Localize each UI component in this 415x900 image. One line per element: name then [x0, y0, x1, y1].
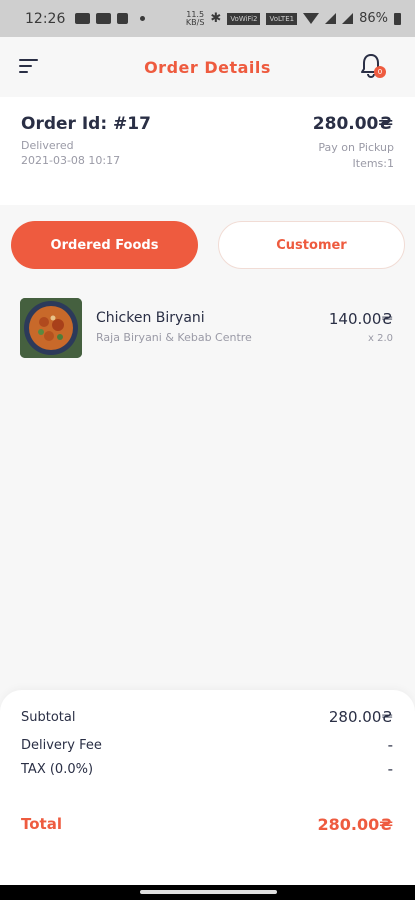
- network-speed: 11.5 KB/S: [185, 10, 205, 27]
- youtube-icon: [96, 13, 112, 24]
- wifi-icon: [303, 13, 320, 24]
- system-icons: 11.5 KB/S ✱ VoWiFi2 VoLTE1 86%: [185, 10, 401, 27]
- delivery-fee-label: Delivery Fee: [21, 738, 102, 753]
- notification-badge: 0: [374, 66, 386, 78]
- order-total: 280.00₴: [312, 114, 393, 134]
- subtotal-label: Subtotal: [21, 710, 76, 725]
- notification-icons: [75, 13, 146, 24]
- order-summary-card: Order Id: #17 Delivered 2021-03-08 10:17…: [0, 97, 415, 205]
- status-bar: 12:26 11.5 KB/S ✱ VoWiFi2 VoLTE1 86%: [0, 0, 415, 37]
- signal-icon: [342, 13, 354, 24]
- totals-card: Subtotal 280.00₴ Delivery Fee - TAX (0.0…: [0, 690, 415, 885]
- notification-bell-icon[interactable]: 0: [360, 53, 386, 79]
- bluetooth-icon: ✱: [210, 11, 222, 26]
- menu-icon[interactable]: [19, 59, 39, 73]
- status-time: 12:26: [25, 10, 66, 27]
- battery-percent: 86%: [359, 11, 388, 26]
- page-title: Order Details: [144, 57, 271, 77]
- tab-customer[interactable]: Customer: [218, 221, 405, 269]
- food-list-item[interactable]: Chicken Biryani Raja Biryani & Kebab Cen…: [0, 290, 415, 370]
- payment-method: Pay on Pickup: [318, 141, 394, 154]
- delivery-fee-value: -: [387, 736, 393, 754]
- food-quantity: x 2.0: [368, 333, 393, 344]
- volte-badge: VoLTE1: [266, 12, 298, 25]
- youtube-icon: [75, 13, 91, 24]
- order-date: 2021-03-08 10:17: [21, 154, 121, 167]
- battery-icon: [394, 12, 401, 25]
- home-gesture-handle[interactable]: [140, 890, 277, 894]
- subtotal-value: 280.00₴: [328, 708, 393, 726]
- items-count: Items:1: [352, 157, 394, 170]
- food-name: Chicken Biryani: [96, 310, 205, 326]
- tax-value: -: [387, 760, 393, 778]
- tax-label: TAX (0.0%): [21, 762, 94, 777]
- instagram-icon: [117, 13, 129, 24]
- food-image: [20, 298, 82, 358]
- tab-ordered-foods[interactable]: Ordered Foods: [11, 221, 198, 269]
- total-value: 280.00₴: [317, 815, 394, 834]
- order-id: Order Id: #17: [21, 114, 151, 134]
- total-label: Total: [21, 815, 62, 833]
- food-price: 140.00₴: [328, 310, 393, 328]
- food-restaurant: Raja Biryani & Kebab Centre: [96, 331, 252, 344]
- signal-icon: [325, 13, 337, 24]
- system-nav-bar: [0, 885, 415, 900]
- order-status: Delivered: [21, 139, 74, 152]
- vowifi-badge: VoWiFi2: [227, 12, 261, 25]
- network-speed-unit: KB/S: [185, 17, 205, 27]
- app-header: Order Details 0: [0, 37, 415, 97]
- more-notifications-icon: [140, 16, 146, 21]
